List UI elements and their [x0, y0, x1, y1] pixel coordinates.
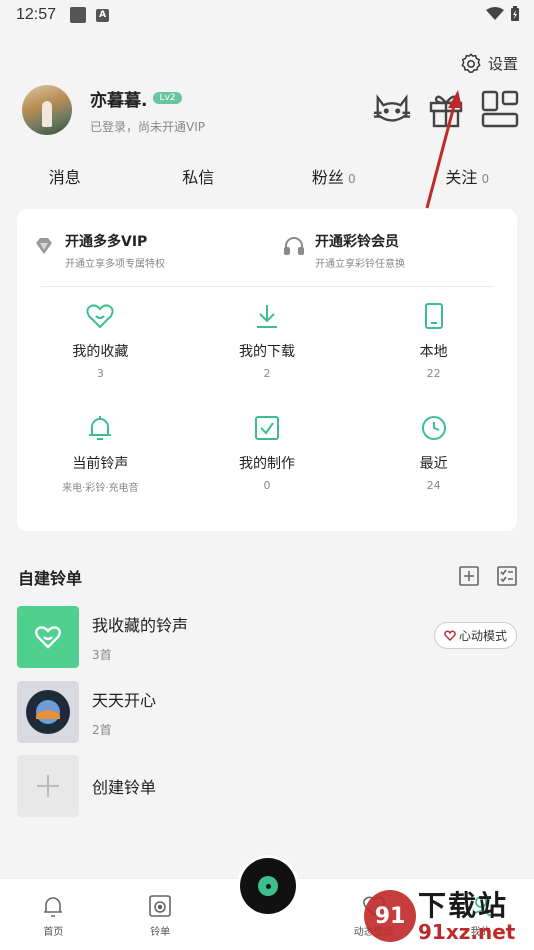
- gift-icon: [429, 95, 463, 128]
- features-card: 开通多多VIP 开通立享多项专属特权 开通彩铃会员 开通立享彩铃任意换 我的收藏 3 …: [17, 209, 517, 531]
- tab-playlists[interactable]: 铃单: [107, 879, 214, 950]
- feature-grid: 我的收藏 3 我的下载 2 本地 22 当前铃声 来电·彩铃·充电音 我的制作 0 最近 2…: [17, 301, 517, 511]
- cat-button[interactable]: [372, 88, 412, 130]
- phone-icon: [424, 303, 443, 329]
- heart-small-icon: [444, 630, 456, 641]
- status-time: 12:57: [16, 6, 57, 23]
- playlist-cover: [17, 755, 79, 817]
- settings-label: 设置: [487, 54, 518, 73]
- grid-button[interactable]: [480, 88, 520, 130]
- cat-icon: [373, 94, 411, 122]
- downloads-item[interactable]: 我的下载 2: [184, 301, 351, 399]
- fans-count: 0: [347, 172, 356, 186]
- watermark: 91 下载站 91xz.net: [360, 884, 530, 948]
- watermark-url: 91xz.net: [418, 920, 516, 944]
- playlist-item[interactable]: 天天开心 2首: [17, 681, 517, 743]
- plus-icon: [37, 775, 59, 797]
- settings-button[interactable]: 设置: [460, 52, 518, 74]
- status-bar: 12:57 A: [0, 0, 534, 30]
- divider: [41, 286, 493, 287]
- current-ringtone-item[interactable]: 当前铃声 来电·彩铃·充电音: [17, 413, 184, 511]
- following-tab[interactable]: 关注 0: [401, 160, 534, 200]
- bell-icon: [89, 416, 112, 440]
- user-name: 亦暮暮.: [90, 90, 148, 111]
- private-messages-tab[interactable]: 私信: [134, 160, 268, 200]
- messages-tab[interactable]: 消息: [0, 160, 134, 200]
- local-item[interactable]: 本地 22: [350, 301, 517, 399]
- fans-tab[interactable]: 粉丝 0: [267, 160, 401, 200]
- user-status: 已登录，尚未开通VIP: [90, 119, 205, 134]
- manage-playlist-icon[interactable]: [496, 565, 518, 587]
- diamond-icon: [36, 238, 52, 254]
- playlist-item[interactable]: 我收藏的铃声 3首 心动模式: [17, 606, 517, 668]
- top-icon-row: [372, 88, 520, 130]
- playlists-actions: [458, 565, 518, 587]
- tab-home[interactable]: 首页: [0, 879, 107, 950]
- gift-button[interactable]: [426, 88, 466, 130]
- headphone-icon: [284, 237, 304, 255]
- vip-button[interactable]: 开通多多VIP 开通立享多项专属特权: [17, 209, 267, 286]
- download-icon: [256, 305, 277, 328]
- record-disc-icon[interactable]: [240, 858, 296, 914]
- add-playlist-icon[interactable]: [458, 565, 480, 587]
- album-cover-icon: [26, 690, 70, 734]
- gear-icon: [461, 53, 481, 73]
- speaker-tab-icon: [149, 895, 171, 917]
- watermark-logo: 91: [364, 890, 416, 942]
- profile-header[interactable]: 亦暮暮. Lv2 已登录，尚未开通VIP: [22, 85, 205, 135]
- ringtone-member-button[interactable]: 开通彩铃会员 开通立享彩铃任意换: [267, 209, 517, 286]
- heart-icon: [86, 304, 114, 329]
- bell-tab-icon: [44, 897, 63, 917]
- create-playlist-button[interactable]: 创建铃单: [17, 755, 517, 817]
- recent-item[interactable]: 最近 24: [350, 413, 517, 511]
- battery-icon: [511, 6, 519, 21]
- avatar[interactable]: [22, 85, 72, 135]
- playlists-section-title: 自建铃单: [18, 569, 83, 588]
- grid-icon: [481, 90, 519, 128]
- playlist-cover: [17, 681, 79, 743]
- check-box-icon: [254, 416, 279, 440]
- notification-icon: [70, 7, 87, 23]
- playlist-cover: [17, 606, 79, 668]
- clock-icon: [421, 416, 446, 440]
- watermark-title: 下载站: [418, 889, 509, 922]
- following-count: 0: [481, 172, 490, 186]
- wifi-icon: [486, 7, 504, 20]
- a-badge-icon: A: [96, 8, 110, 22]
- my-creations-item[interactable]: 我的制作 0: [184, 413, 351, 511]
- heart-icon: [35, 626, 61, 649]
- favorites-item[interactable]: 我的收藏 3: [17, 301, 184, 399]
- heart-mode-button[interactable]: 心动模式: [433, 622, 517, 649]
- social-stats-row: 消息 私信 粉丝 0 关注 0: [0, 160, 534, 200]
- level-badge: Lv2: [153, 92, 182, 104]
